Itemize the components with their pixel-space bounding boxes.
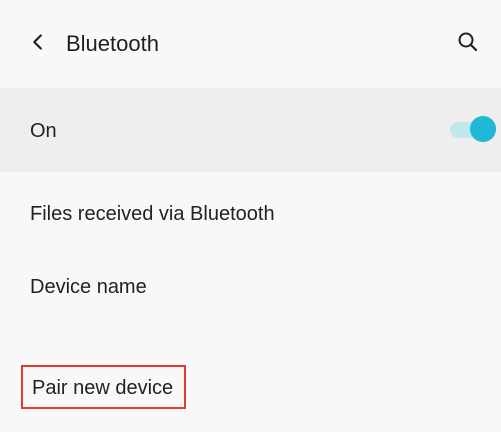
search-button[interactable]: [450, 26, 486, 62]
page-title: Bluetooth: [66, 31, 159, 56]
bluetooth-toggle-row[interactable]: On: [0, 88, 501, 172]
back-button[interactable]: [20, 26, 56, 62]
files-received-via-bluetooth-item[interactable]: Files received via Bluetooth: [0, 183, 501, 247]
device-name-item[interactable]: Device name: [0, 256, 501, 320]
app-header: Bluetooth: [0, 0, 501, 88]
files-received-via-bluetooth-label: Files received via Bluetooth: [30, 203, 275, 225]
pair-new-device-item[interactable]: Pair new device: [0, 356, 501, 420]
switch-thumb: [470, 116, 496, 142]
bluetooth-toggle-switch[interactable]: [450, 116, 498, 144]
chevron-left-icon: [28, 32, 48, 57]
pair-new-device-label: Pair new device: [32, 377, 174, 399]
pair-new-device-highlight: Pair new device: [21, 365, 186, 409]
search-icon: [456, 30, 480, 59]
bluetooth-settings-screen: Bluetooth On Files received via Bluetoot…: [0, 0, 501, 432]
bluetooth-toggle-label: On: [30, 120, 57, 142]
device-name-label: Device name: [30, 276, 147, 298]
